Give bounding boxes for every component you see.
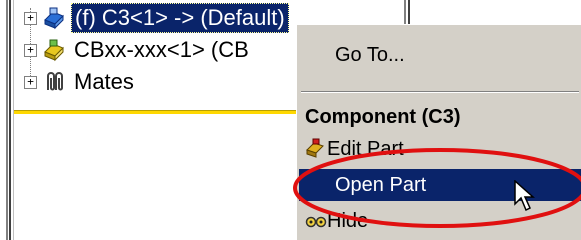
yellow-part-component-icon (41, 38, 67, 62)
menu-item-label: Open Part (335, 173, 427, 196)
expand-toggle[interactable]: + (24, 11, 37, 25)
menu-item-go-to[interactable]: Go To... (299, 39, 581, 71)
feature-tree-window: + (f) C3<1> -> (Default) + CBxx-xxx<1> (… (0, 0, 581, 240)
menu-separator (301, 91, 579, 93)
tree-row-label: Mates (74, 69, 134, 94)
window-left-border (0, 0, 22, 240)
menu-item-edit-part[interactable]: Edit Part (299, 133, 581, 165)
context-menu: Go To... Component (C3) Edit Part Open P… (296, 24, 581, 240)
menu-item-open-part[interactable]: Open Part (299, 169, 581, 201)
menu-section-title: Component (C3) (305, 105, 461, 128)
menu-item-hide[interactable]: Hide (299, 205, 581, 237)
menu-item-label: Hide (327, 209, 369, 232)
menu-section-header: Component (C3) (299, 101, 581, 133)
tree-row-label: (f) C3<1> -> (Default) (71, 3, 289, 33)
blue-part-component-icon (41, 6, 67, 30)
menu-item-label: Edit Part (327, 137, 404, 160)
expand-toggle[interactable]: + (24, 75, 37, 89)
edit-part-icon (305, 138, 327, 160)
hide-glasses-icon (305, 210, 327, 232)
mates-paperclip-icon (41, 70, 67, 94)
expand-toggle[interactable]: + (24, 43, 37, 57)
tree-row-label: CBxx-xxx<1> (CB (74, 37, 249, 62)
menu-item-label: Go To... (335, 43, 405, 66)
rollback-bar[interactable] (14, 110, 304, 114)
tree-row-c3[interactable]: + (f) C3<1> -> (Default) (24, 3, 289, 33)
tree-row-cbxx[interactable]: + CBxx-xxx<1> (CB (24, 35, 252, 65)
tree-row-mates[interactable]: + Mates (24, 67, 137, 97)
